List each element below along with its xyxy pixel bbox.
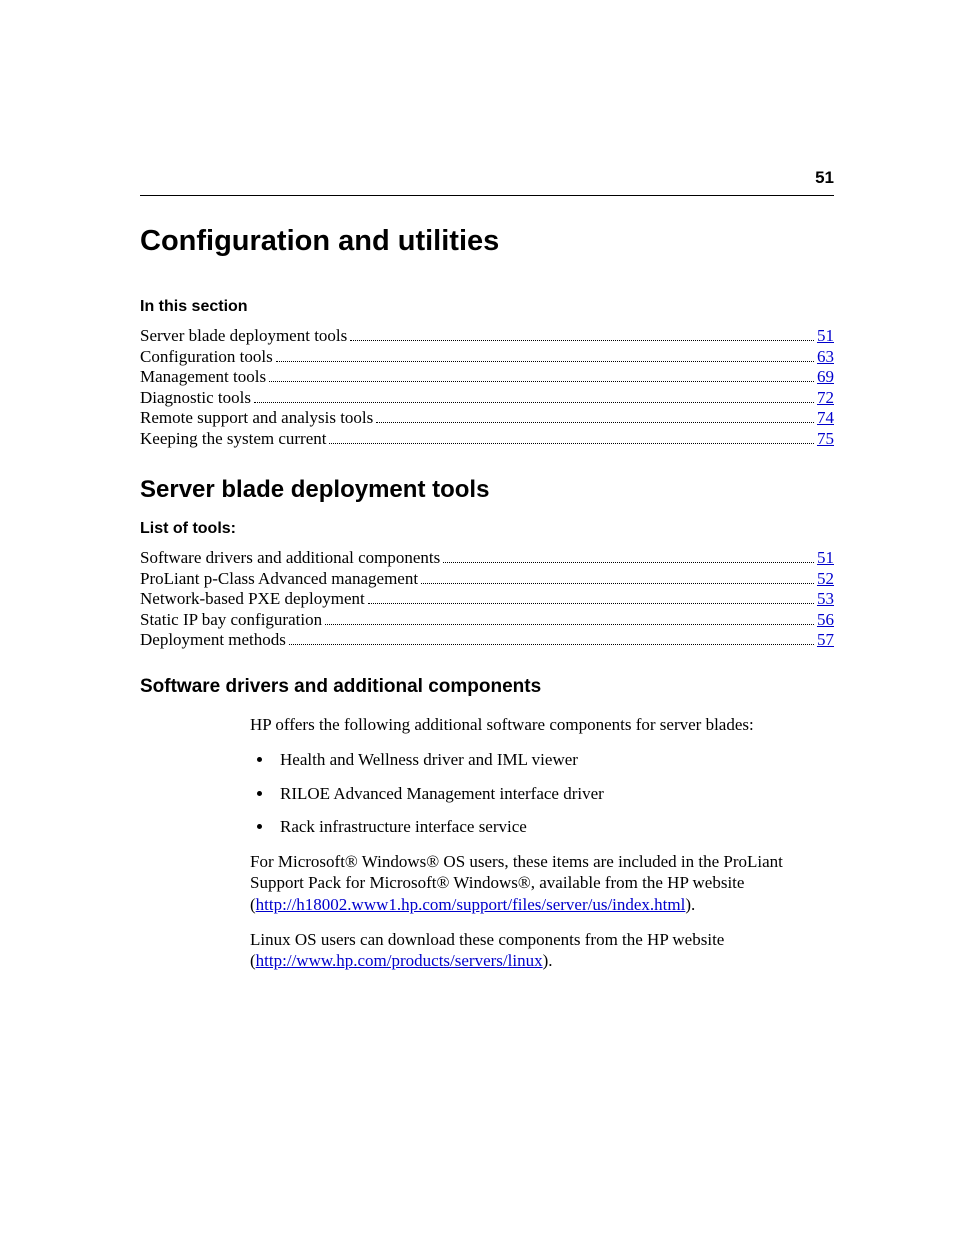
toc-dots	[368, 603, 814, 604]
components-list: Health and Wellness driver and IML viewe…	[250, 749, 834, 837]
section-toc: Server blade deployment tools 51 Configu…	[140, 326, 834, 448]
toc-label: Server blade deployment tools	[140, 326, 347, 346]
text-span: ).	[685, 895, 695, 914]
toc-label: Software drivers and additional componen…	[140, 548, 440, 568]
page-number: 51	[815, 168, 834, 188]
toc-dots	[325, 624, 814, 625]
toc-page-link[interactable]: 56	[817, 610, 834, 630]
toc-page-link[interactable]: 51	[817, 548, 834, 568]
toc-label: Configuration tools	[140, 347, 273, 367]
in-this-section-label: In this section	[140, 298, 834, 316]
toc-label: Management tools	[140, 367, 266, 387]
toc-row: Deployment methods 57	[140, 630, 834, 650]
toc-dots	[329, 443, 814, 444]
linux-paragraph: Linux OS users can download these compon…	[250, 929, 834, 972]
body-content: HP offers the following additional softw…	[250, 714, 834, 971]
text-span: ).	[543, 951, 553, 970]
toc-page-link[interactable]: 74	[817, 408, 834, 428]
page-title: Configuration and utilities	[140, 225, 834, 258]
subsection-heading: Software drivers and additional componen…	[140, 676, 834, 698]
windows-paragraph: For Microsoft® Windows® OS users, these …	[250, 851, 834, 915]
toc-page-link[interactable]: 63	[817, 347, 834, 367]
toc-row: Server blade deployment tools 51	[140, 326, 834, 346]
toc-row: Management tools 69	[140, 367, 834, 387]
toc-dots	[376, 422, 814, 423]
toc-label: ProLiant p-Class Advanced management	[140, 569, 418, 589]
intro-paragraph: HP offers the following additional softw…	[250, 714, 834, 735]
page: 51 Configuration and utilities In this s…	[0, 0, 954, 1235]
toc-label: Diagnostic tools	[140, 388, 251, 408]
toc-row: Software drivers and additional componen…	[140, 548, 834, 568]
toc-dots	[254, 402, 814, 403]
tools-toc: Software drivers and additional componen…	[140, 548, 834, 650]
toc-page-link[interactable]: 51	[817, 326, 834, 346]
toc-label: Static IP bay configuration	[140, 610, 322, 630]
section-heading: Server blade deployment tools	[140, 476, 834, 504]
toc-label: Remote support and analysis tools	[140, 408, 373, 428]
toc-page-link[interactable]: 57	[817, 630, 834, 650]
toc-page-link[interactable]: 72	[817, 388, 834, 408]
toc-row: Remote support and analysis tools 74	[140, 408, 834, 428]
toc-dots	[276, 361, 814, 362]
toc-page-link[interactable]: 53	[817, 589, 834, 609]
toc-page-link[interactable]: 75	[817, 429, 834, 449]
toc-page-link[interactable]: 52	[817, 569, 834, 589]
toc-row: Static IP bay configuration 56	[140, 610, 834, 630]
toc-row: Network-based PXE deployment 53	[140, 589, 834, 609]
toc-row: Configuration tools 63	[140, 347, 834, 367]
toc-label: Keeping the system current	[140, 429, 326, 449]
hp-support-link[interactable]: http://h18002.www1.hp.com/support/files/…	[256, 895, 686, 914]
list-item: Rack infrastructure interface service	[274, 816, 834, 837]
toc-row: Diagnostic tools 72	[140, 388, 834, 408]
toc-label: Network-based PXE deployment	[140, 589, 365, 609]
toc-page-link[interactable]: 69	[817, 367, 834, 387]
list-of-tools-label: List of tools:	[140, 520, 834, 538]
toc-dots	[289, 644, 814, 645]
header-rule	[140, 195, 834, 196]
toc-label: Deployment methods	[140, 630, 286, 650]
toc-row: ProLiant p-Class Advanced management 52	[140, 569, 834, 589]
toc-dots	[269, 381, 814, 382]
hp-linux-link[interactable]: http://www.hp.com/products/servers/linux	[256, 951, 543, 970]
toc-dots	[421, 583, 814, 584]
list-item: RILOE Advanced Management interface driv…	[274, 783, 834, 804]
toc-row: Keeping the system current 75	[140, 429, 834, 449]
toc-dots	[443, 562, 814, 563]
list-item: Health and Wellness driver and IML viewe…	[274, 749, 834, 770]
toc-dots	[350, 340, 814, 341]
